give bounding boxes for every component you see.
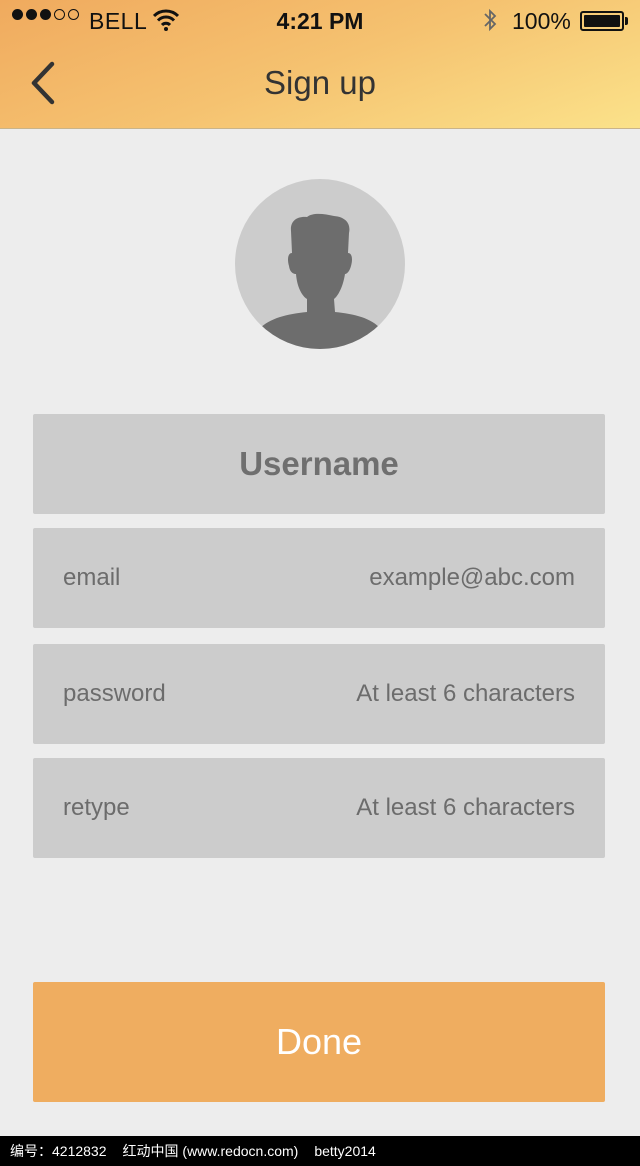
retype-label: retype [63,794,130,821]
password-row: password [33,644,605,744]
battery-percent: 100% [512,8,571,34]
retype-row: retype [33,758,605,858]
bluetooth-icon [484,8,497,32]
done-button[interactable]: Done [33,982,605,1102]
username-field[interactable]: Username [33,414,605,514]
footer-author: betty2014 [314,1143,376,1159]
username-label: Username [239,445,399,482]
avatar-picker[interactable] [235,179,405,349]
watermark-footer: 编号：4212832 红动中国 (www.redocn.com) betty20… [0,1136,640,1166]
retype-password-input[interactable] [295,794,575,822]
email-row: email [33,528,605,628]
header: BELL 4:21 PM 100% Sign up [0,0,640,129]
footer-site: 红动中国 (www.redocn.com) [122,1143,299,1159]
page-title: Sign up [264,64,376,101]
user-silhouette-icon [259,213,381,349]
password-label: password [63,680,166,707]
battery-icon [580,11,628,31]
footer-id: 编号：4212832 [10,1143,107,1159]
email-label: email [63,564,121,591]
email-input[interactable] [295,564,575,592]
status-bar: BELL 4:21 PM 100% [0,0,640,40]
password-input[interactable] [295,680,575,708]
